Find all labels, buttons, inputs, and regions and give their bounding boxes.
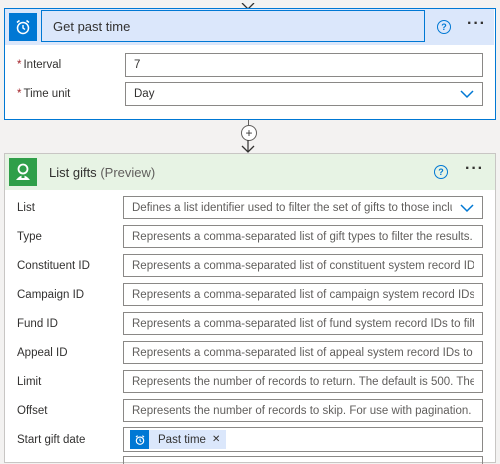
- blackbaud-icon: [9, 158, 37, 186]
- help-icon[interactable]: ?: [437, 20, 451, 34]
- fund-id-input[interactable]: Represents a comma-separated list of fun…: [123, 312, 483, 335]
- interval-input[interactable]: 7: [125, 53, 483, 77]
- field-label-fund-id: Fund ID: [17, 318, 58, 330]
- field-label-list: List: [17, 202, 35, 214]
- token-label: Past time: [158, 433, 206, 446]
- field-label-start-gift-date: Start gift date: [17, 434, 86, 446]
- help-icon[interactable]: ?: [434, 165, 448, 179]
- more-icon[interactable]: ···: [467, 15, 486, 33]
- arrow-down-icon: [241, 140, 255, 153]
- add-icon: +: [245, 126, 253, 140]
- constituent-id-input[interactable]: Represents a comma-separated list of con…: [123, 254, 483, 277]
- past-time-token[interactable]: Past time ✕: [130, 430, 227, 449]
- field-label-campaign-id: Campaign ID: [17, 289, 85, 301]
- list-gifts-card: List gifts (Preview) ? ··· List Defines …: [4, 153, 496, 464]
- field-label-constituent-id: Constituent ID: [17, 260, 90, 272]
- list-gifts-header[interactable]: List gifts (Preview) ? ···: [5, 154, 495, 190]
- offset-input[interactable]: Represents the number of records to skip…: [123, 399, 483, 422]
- get-past-time-card: Get past time ? ··· * Interval 7 * Time un…: [4, 8, 496, 120]
- remove-icon[interactable]: ✕: [212, 434, 220, 445]
- chevron-down-icon: [460, 90, 474, 99]
- appeal-id-input[interactable]: Represents a comma-separated list of app…: [123, 341, 483, 364]
- step-connector: +: [0, 120, 500, 154]
- chevron-down-icon: [460, 203, 474, 212]
- campaign-id-input[interactable]: Represents a comma-separated list of cam…: [123, 283, 483, 306]
- field-label-appeal-id: Appeal ID: [17, 347, 68, 359]
- field-label-offset: Offset: [17, 405, 48, 417]
- alarm-clock-icon: [9, 13, 37, 41]
- add-step-button[interactable]: +: [241, 125, 257, 141]
- list-dropdown[interactable]: Defines a list identifier used to filter…: [123, 196, 483, 219]
- field-label-interval: * Interval: [17, 59, 62, 71]
- top-connector-arrow: [237, 0, 259, 10]
- card-title: List gifts (Preview): [49, 165, 156, 180]
- alarm-clock-icon: [130, 430, 149, 449]
- field-label-type: Type: [17, 231, 42, 243]
- start-gift-date-input[interactable]: Past time ✕: [123, 427, 483, 452]
- field-label-time-unit: * Time unit: [17, 88, 71, 100]
- next-field-edge: [123, 456, 483, 464]
- limit-input[interactable]: Represents the number of records to retu…: [123, 370, 483, 393]
- time-unit-dropdown[interactable]: Day: [125, 82, 483, 106]
- card-title: Get past time: [53, 19, 131, 34]
- type-input[interactable]: Represents a comma-separated list of gif…: [123, 225, 483, 248]
- field-label-limit: Limit: [17, 376, 42, 388]
- more-icon[interactable]: ···: [465, 160, 484, 178]
- get-past-time-header[interactable]: Get past time ? ···: [5, 9, 494, 45]
